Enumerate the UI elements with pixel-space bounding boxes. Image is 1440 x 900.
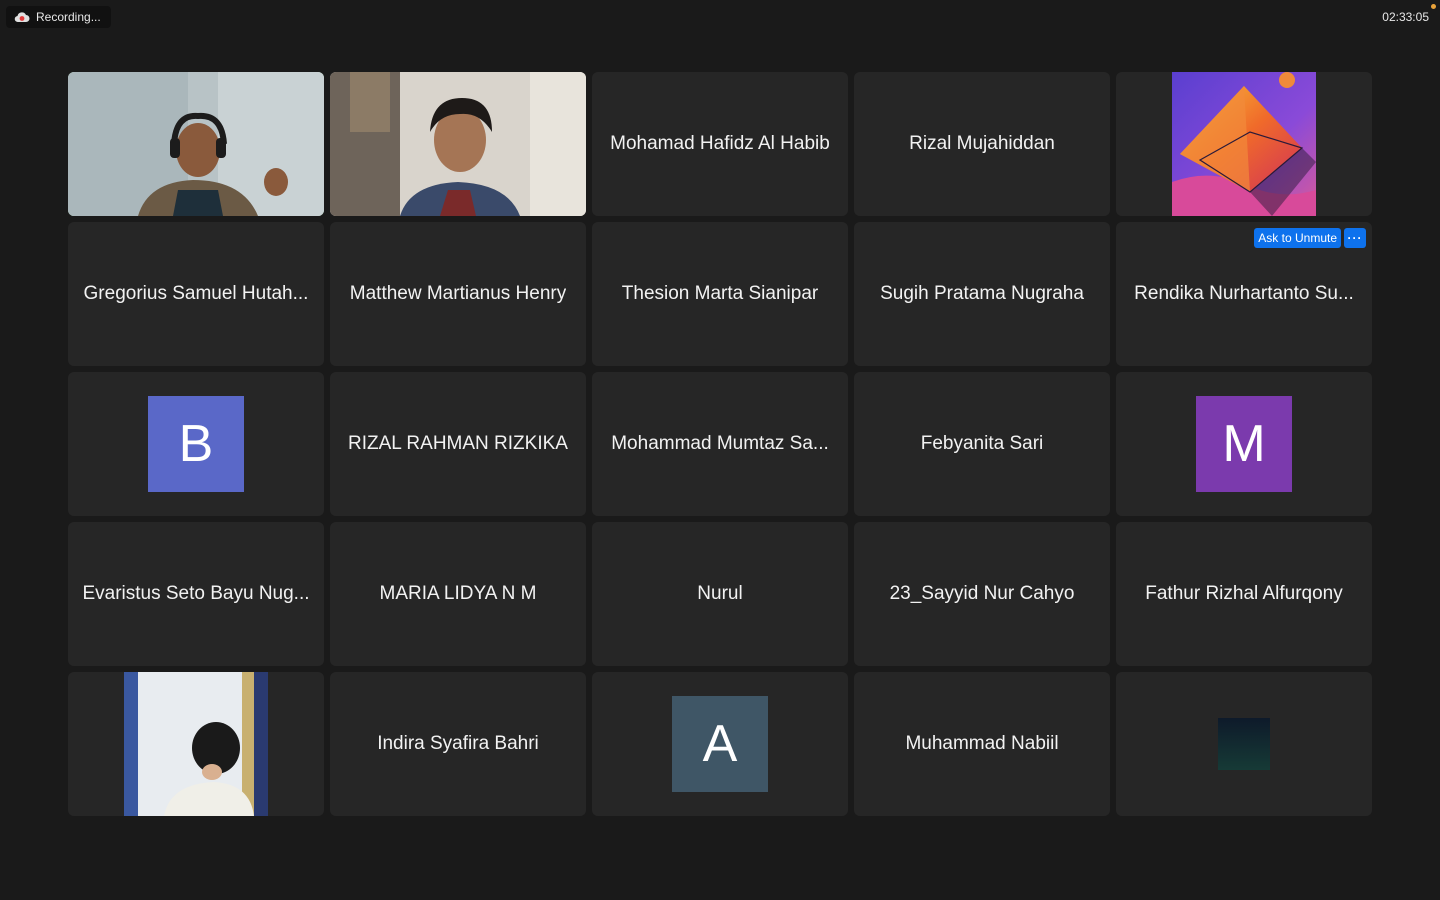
participant-avatar: B — [148, 396, 244, 492]
profile-picture — [124, 672, 268, 816]
participant-tile[interactable]: Gregorius Samuel Hutah... — [68, 222, 324, 366]
profile-picture — [1172, 72, 1316, 216]
participant-tile[interactable]: 23_Sayyid Nur Cahyo — [854, 522, 1110, 666]
participant-video — [68, 72, 324, 216]
participant-tile[interactable]: Thesion Marta Sianipar — [592, 222, 848, 366]
participant-name: RIZAL RAHMAN RIZKIKA — [348, 433, 568, 454]
participant-tile[interactable]: Matthew Martianus Henry — [330, 222, 586, 366]
participant-tile[interactable]: M — [1116, 372, 1372, 516]
recording-indicator[interactable]: Recording... — [6, 6, 111, 28]
participant-tile[interactable]: B — [68, 372, 324, 516]
participant-name: Indira Syafira Bahri — [377, 733, 539, 754]
participant-name: Nurul — [697, 583, 743, 604]
participant-tile-active-speaker[interactable] — [68, 72, 324, 216]
status-dot — [1431, 4, 1436, 9]
participant-name: Evaristus Seto Bayu Nug... — [82, 583, 310, 604]
participant-name: Rizal Mujahiddan — [909, 133, 1055, 154]
participant-name: Febyanita Sari — [920, 433, 1044, 454]
profile-picture — [1218, 718, 1270, 770]
participant-name: Mohamad Hafidz Al Habib — [610, 133, 830, 154]
participant-name: Muhammad Nabiil — [905, 733, 1059, 754]
participant-tile[interactable]: A — [592, 672, 848, 816]
participant-name: 23_Sayyid Nur Cahyo — [889, 583, 1075, 604]
participant-tile[interactable]: Mohamad Hafidz Al Habib — [592, 72, 848, 216]
participant-tile[interactable]: MARIA LIDYA N M — [330, 522, 586, 666]
participant-tile[interactable]: Mohammad Mumtaz Sa... — [592, 372, 848, 516]
participant-tile[interactable]: Nurul — [592, 522, 848, 666]
participant-avatar: M — [1196, 396, 1292, 492]
participant-tile[interactable]: Ask to Unmute ··· Rendika Nurhartanto Su… — [1116, 222, 1372, 366]
participant-tile[interactable]: Fathur Rizhal Alfurqony — [1116, 522, 1372, 666]
participant-tile[interactable]: Muhammad Nabiil — [854, 672, 1110, 816]
meeting-timer: 02:33:05 — [1382, 10, 1429, 24]
participant-name: Sugih Pratama Nugraha — [880, 283, 1084, 304]
participant-tile[interactable]: Febyanita Sari — [854, 372, 1110, 516]
participant-tile[interactable]: Indira Syafira Bahri — [330, 672, 586, 816]
participant-name: MARIA LIDYA N M — [379, 583, 537, 604]
participant-tile[interactable]: Rizal Mujahiddan — [854, 72, 1110, 216]
ask-to-unmute-button[interactable]: Ask to Unmute — [1254, 228, 1341, 248]
participant-grid: Mohamad Hafidz Al Habib Rizal Mujahiddan — [68, 72, 1372, 816]
recording-label: Recording... — [36, 10, 101, 24]
hover-controls: Ask to Unmute ··· — [1254, 228, 1366, 248]
top-bar: Recording... 02:33:05 — [0, 0, 1440, 36]
participant-tile[interactable]: Evaristus Seto Bayu Nug... — [68, 522, 324, 666]
participant-tile[interactable]: Sugih Pratama Nugraha — [854, 222, 1110, 366]
participant-name: Gregorius Samuel Hutah... — [83, 283, 309, 304]
participant-name: Mohammad Mumtaz Sa... — [611, 433, 829, 454]
participant-tile[interactable]: RIZAL RAHMAN RIZKIKA — [330, 372, 586, 516]
participant-tile[interactable] — [68, 672, 324, 816]
cloud-record-icon — [14, 12, 30, 23]
participant-video — [330, 72, 586, 216]
participant-name: Matthew Martianus Henry — [349, 283, 567, 304]
participant-tile[interactable] — [1116, 72, 1372, 216]
participant-tile[interactable] — [330, 72, 586, 216]
participant-tile[interactable] — [1116, 672, 1372, 816]
participant-avatar: A — [672, 696, 768, 792]
participant-name: Thesion Marta Sianipar — [621, 283, 819, 304]
participant-name: Rendika Nurhartanto Su... — [1134, 283, 1354, 304]
participant-name: Fathur Rizhal Alfurqony — [1145, 583, 1343, 604]
more-options-button[interactable]: ··· — [1344, 228, 1366, 248]
